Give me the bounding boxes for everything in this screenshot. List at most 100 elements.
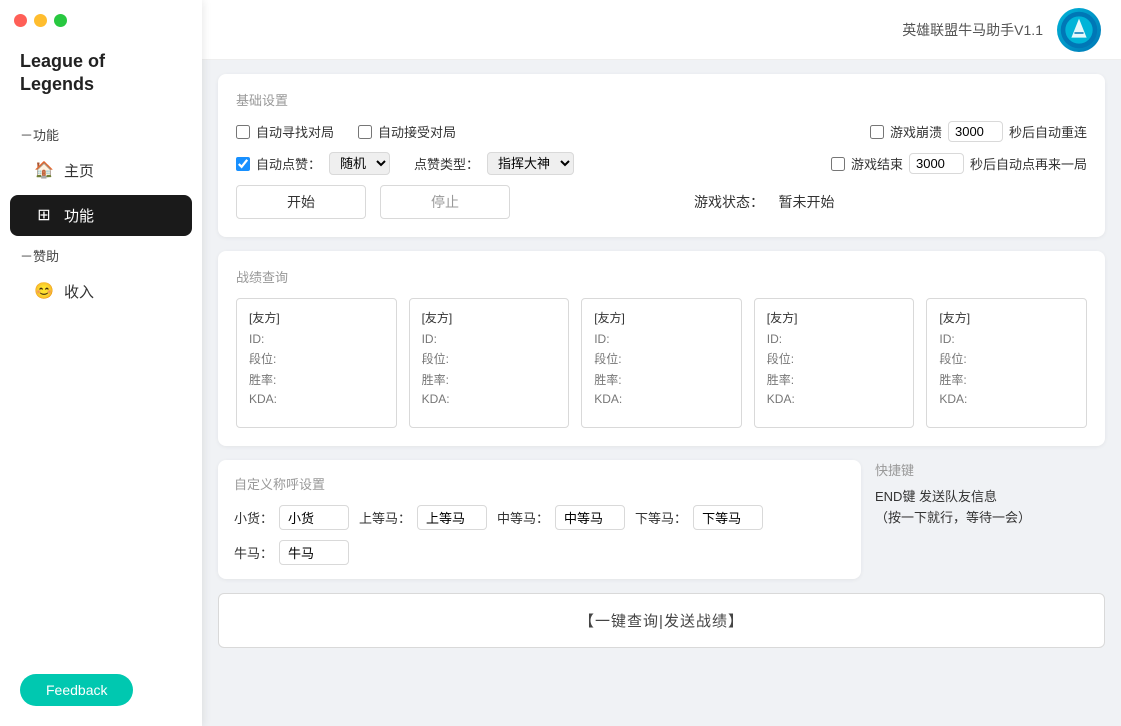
like-type-label: 点赞类型： [414,154,479,173]
game-crash-input[interactable] [870,125,884,139]
game-end-value[interactable] [909,153,964,174]
sidebar-item-function[interactable]: ⊞ 功能 [10,195,192,236]
shortcut-title: 快捷键 [875,460,1105,479]
label-name-xiao_gou: 小货： [234,508,273,527]
auto-find-match-checkbox[interactable]: 自动寻找对局 [236,122,334,141]
winrate-row-2: 胜率: [594,371,729,388]
rank-row-1: 段位: [422,350,557,367]
titlebar [0,0,202,40]
shortcut-line2: （按一下就行，等待一会） [875,510,1031,525]
sidebar-item-function-label: 功能 [64,205,94,226]
auto-like-label: 自动点赞： [256,154,321,173]
game-crash-label2: 秒后自动重连 [1009,122,1087,141]
auto-accept-match-checkbox[interactable]: 自动接受对局 [358,122,456,141]
sidebar: League of Legends －功能 🏠 主页 ⊞ 功能 －赞助 😊 收入… [0,0,202,726]
winrate-row-3: 胜率: [767,371,902,388]
query-button[interactable]: 【一键查询|发送战绩】 [218,593,1105,648]
game-crash-label1: 游戏崩溃 [890,122,942,141]
bottom-sections: 自定义称呼设置 小货： 上等马： 中等马： 下等马： 牛马： 快捷键 END键 … [218,460,1105,579]
auto-like-select[interactable]: 随机 全部 不点 [329,152,390,175]
auto-accept-match-label: 自动接受对局 [378,122,456,141]
team-label-1: [友方] [422,309,557,326]
label-name-shang_ma: 上等马： [359,508,411,527]
winrate-row-4: 胜率: [939,371,1074,388]
rank-row-0: 段位: [249,350,384,367]
home-icon: 🏠 [34,160,54,180]
auto-accept-match-input[interactable] [358,125,372,139]
label-row: 小货： 上等马： 中等马： 下等马： 牛马： [234,505,845,565]
player-card-0: [友方] ID: 段位: 胜率: KDA: [236,298,397,428]
id-row-2: ID: [594,332,729,346]
label-group-niu_ma: 牛马： [234,540,349,565]
label-group-zhong_ma: 中等马： [497,505,625,530]
auto-find-match-input[interactable] [236,125,250,139]
sidebar-item-income[interactable]: 😊 收入 [10,271,192,312]
label-input-xia_ma[interactable] [693,505,763,530]
shortcut-info: END键 发送队友信息 （按一下就行，等待一会） [875,487,1105,529]
feedback-button[interactable]: Feedback [20,674,133,706]
maximize-button[interactable] [54,14,67,27]
game-end-input[interactable] [831,157,845,171]
custom-labels-title: 自定义称呼设置 [234,474,845,493]
winrate-row-1: 胜率: [422,371,557,388]
label-name-niu_ma: 牛马： [234,543,273,562]
main-header: 英雄联盟牛马助手V1.1 [202,0,1121,60]
label-group-xia_ma: 下等马： [635,505,763,530]
kda-row-0: KDA: [249,392,384,406]
like-type-row: 点赞类型： 指挥大神 心态最佳 最强输出 辅助大师 [414,152,574,175]
id-row-0: ID: [249,332,384,346]
label-input-shang_ma[interactable] [417,505,487,530]
feedback-area: Feedback [20,674,133,706]
label-name-xia_ma: 下等马： [635,508,687,527]
battle-query-section: 战绩查询 [友方] ID: 段位: 胜率: KDA: [友方] ID: 段位: … [218,251,1105,446]
kda-row-2: KDA: [594,392,729,406]
app-title: League of Legends [20,50,182,97]
id-row-4: ID: [939,332,1074,346]
auto-find-match-label: 自动寻找对局 [256,122,334,141]
battle-cards: [友方] ID: 段位: 胜率: KDA: [友方] ID: 段位: 胜率: K… [236,298,1087,428]
basic-settings-title: 基础设置 [236,90,1087,109]
player-card-4: [友方] ID: 段位: 胜率: KDA: [926,298,1087,428]
rank-row-3: 段位: [767,350,902,367]
header-title: 英雄联盟牛马助手V1.1 [902,20,1043,40]
label-input-niu_ma[interactable] [279,540,349,565]
sidebar-item-home[interactable]: 🏠 主页 [10,150,192,191]
stop-button[interactable]: 停止 [380,185,510,219]
kda-row-4: KDA: [939,392,1074,406]
player-card-3: [友方] ID: 段位: 胜率: KDA: [754,298,915,428]
sidebar-item-home-label: 主页 [64,160,94,181]
like-type-select[interactable]: 指挥大神 心态最佳 最强输出 辅助大师 [487,152,574,175]
auto-like-input[interactable] [236,157,250,171]
lol-logo-icon [1060,11,1098,49]
sidebar-logo-area: League of Legends [0,40,202,117]
function-icon: ⊞ [34,205,54,225]
label-group-xiao_gou: 小货： [234,505,349,530]
team-label-2: [友方] [594,309,729,326]
kda-row-3: KDA: [767,392,902,406]
start-button[interactable]: 开始 [236,185,366,219]
game-crash-checkbox[interactable]: 游戏崩溃 [870,122,942,141]
game-crash-value[interactable] [948,121,1003,142]
close-button[interactable] [14,14,27,27]
game-status-value: 暂未开始 [778,194,834,210]
game-end-label2: 秒后自动点再来一局 [970,154,1087,173]
auto-like-checkbox[interactable]: 自动点赞： [236,154,321,173]
label-input-xiao_gou[interactable] [279,505,349,530]
rank-row-4: 段位: [939,350,1074,367]
player-card-2: [友方] ID: 段位: 胜率: KDA: [581,298,742,428]
label-group-shang_ma: 上等马： [359,505,487,530]
id-row-3: ID: [767,332,902,346]
game-status-label: 游戏状态： [694,194,764,210]
header-logo [1057,8,1101,52]
custom-labels-section: 自定义称呼设置 小货： 上等马： 中等马： 下等马： 牛马： [218,460,861,579]
query-section: 【一键查询|发送战绩】 [218,593,1105,648]
player-card-1: [友方] ID: 段位: 胜率: KDA: [409,298,570,428]
income-icon: 😊 [34,281,54,301]
game-end-label1: 游戏结束 [851,154,903,173]
game-end-checkbox[interactable]: 游戏结束 [831,154,903,173]
rank-row-2: 段位: [594,350,729,367]
label-input-zhong_ma[interactable] [555,505,625,530]
minimize-button[interactable] [34,14,47,27]
team-label-0: [友方] [249,309,384,326]
section-reward-label: －赞助 [0,238,202,269]
